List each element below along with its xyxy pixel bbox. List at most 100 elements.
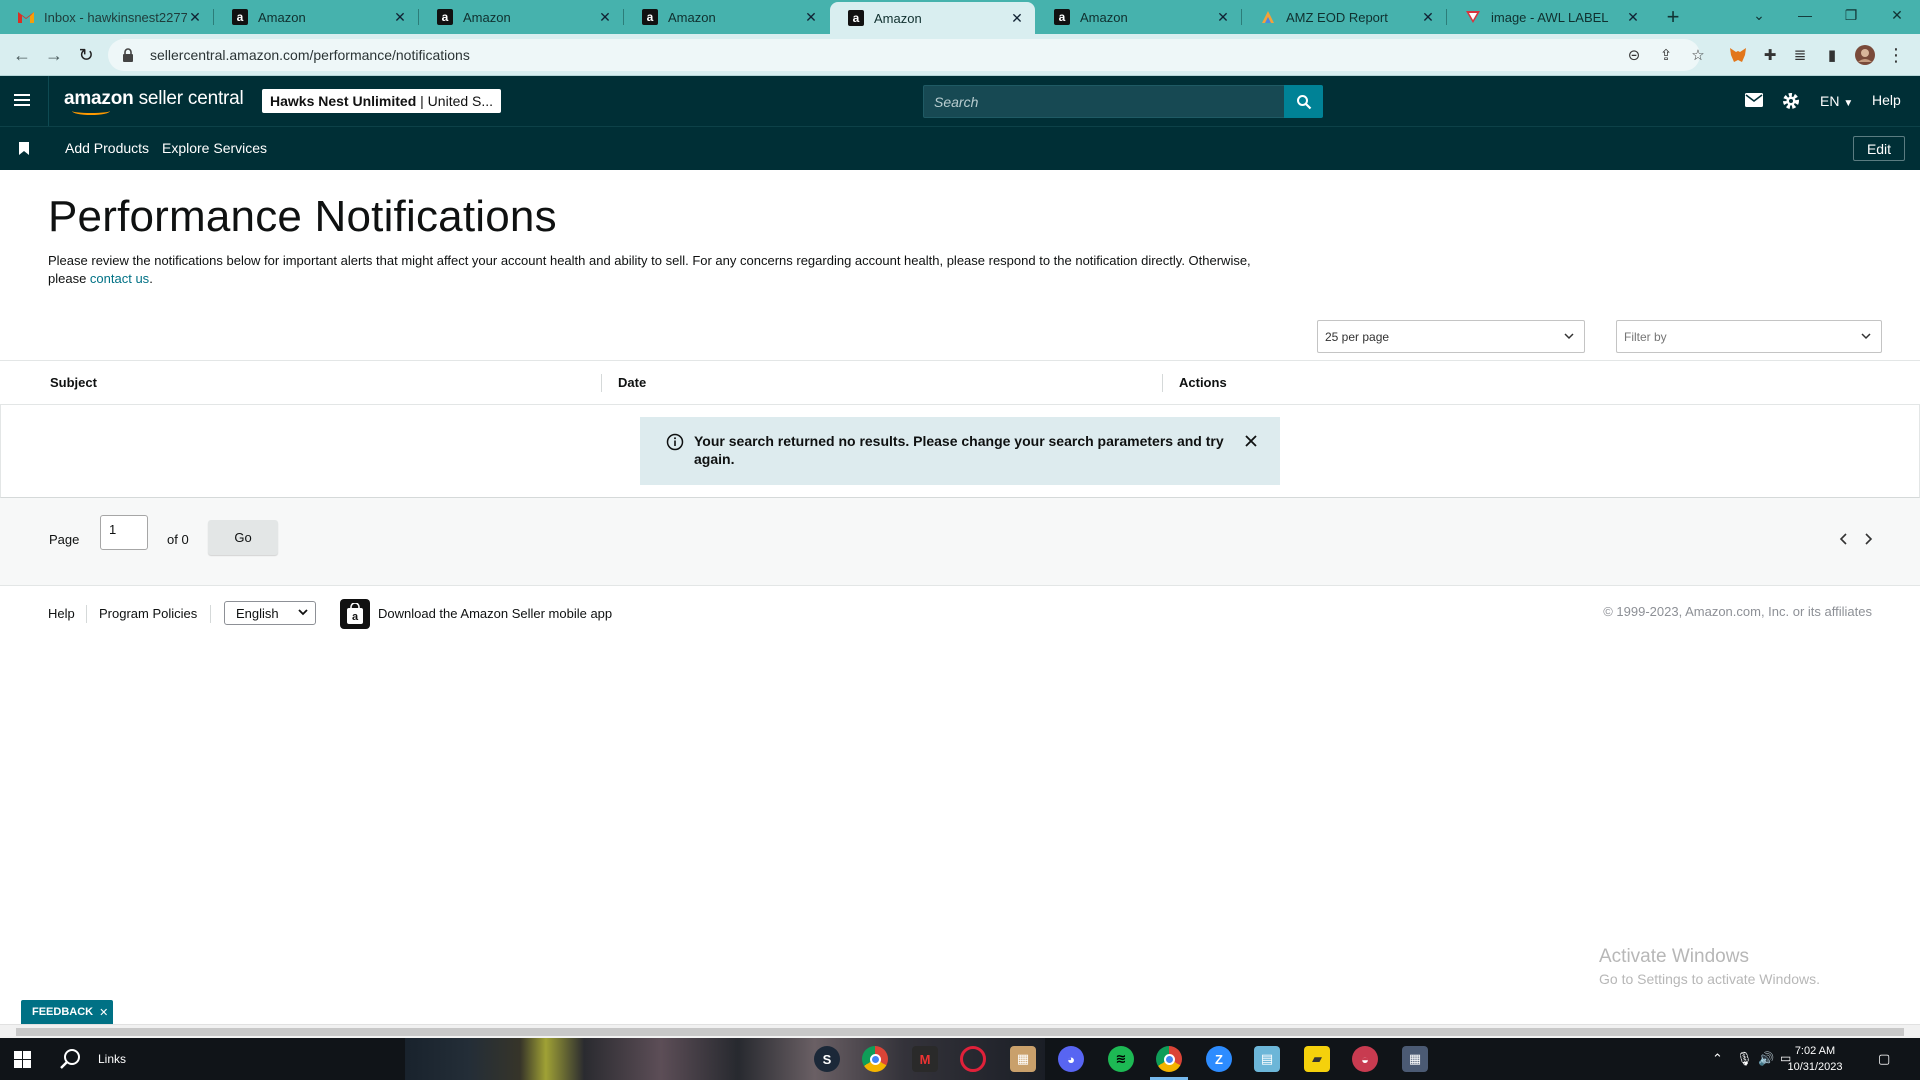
share-icon[interactable]: ⇪ <box>1656 45 1676 65</box>
address-bar[interactable]: sellercentral.amazon.com/performance/not… <box>108 39 1700 71</box>
microphone-icon[interactable]: 🎙 <box>1736 1051 1753 1067</box>
hamburger-menu-icon[interactable] <box>14 92 32 113</box>
nav-explore-services[interactable]: Explore Services <box>162 140 267 156</box>
close-tab-icon[interactable]: ✕ <box>1009 10 1025 26</box>
volume-icon[interactable]: 🔊 <box>1758 1051 1774 1067</box>
reload-icon[interactable]: ↻ <box>74 43 98 67</box>
discord-icon[interactable]: ◕ <box>1058 1046 1084 1072</box>
calculator-icon[interactable]: ▦ <box>1402 1046 1428 1072</box>
scrollbar-thumb[interactable] <box>16 1028 1904 1036</box>
taskbar-search-label[interactable]: Links <box>98 1052 126 1066</box>
edit-nav-button[interactable]: Edit <box>1853 136 1905 161</box>
app-m-icon[interactable]: M <box>912 1046 938 1072</box>
footer-divider <box>86 605 87 623</box>
close-tab-icon[interactable]: ✕ <box>1215 9 1231 25</box>
tab-amazon-2[interactable]: a Amazon ✕ <box>419 0 623 34</box>
system-clock[interactable]: 7:02 AM 10/31/2023 <box>1780 1043 1850 1075</box>
per-page-select[interactable]: 25 per page <box>1317 320 1585 353</box>
chrome-active-icon[interactable] <box>1156 1046 1182 1072</box>
sticky-notes-icon[interactable]: ▰ <box>1304 1046 1330 1072</box>
metamask-extension-icon[interactable] <box>1728 45 1748 65</box>
remote-app-icon[interactable]: ◒ <box>1352 1046 1378 1072</box>
back-icon[interactable]: ← <box>10 43 34 67</box>
footer-language-select[interactable]: English <box>224 601 316 625</box>
notepad-icon[interactable]: ▤ <box>1254 1046 1280 1072</box>
search-button[interactable] <box>1284 85 1323 118</box>
side-panel-icon[interactable]: ▮ <box>1822 45 1842 65</box>
close-tab-icon[interactable]: ✕ <box>392 9 408 25</box>
seller-app-icon[interactable]: a <box>340 599 370 629</box>
gmail-icon <box>18 9 34 25</box>
tab-amazon-5[interactable]: a Amazon ✕ <box>1036 0 1241 34</box>
account-switcher[interactable]: Hawks Nest Unlimited | United S... <box>262 89 502 113</box>
photo-app-icon[interactable]: ▦ <box>1010 1046 1036 1072</box>
windows-start-icon[interactable] <box>14 1051 31 1073</box>
steam-icon[interactable]: S <box>814 1046 840 1072</box>
messages-icon[interactable] <box>1745 93 1763 112</box>
copyright-text: © 1999-2023, Amazon.com, Inc. or its aff… <box>1603 604 1872 619</box>
chrome-icon[interactable] <box>862 1046 888 1072</box>
page-number-input[interactable]: 1 <box>100 515 148 550</box>
page-title: Performance Notifications <box>48 192 557 241</box>
column-date[interactable]: Date <box>618 375 646 390</box>
forward-icon[interactable]: → <box>42 43 66 67</box>
windows-activation-watermark: Activate Windows Go to Settings to activ… <box>1599 946 1820 987</box>
close-icon[interactable]: ✕ <box>99 1006 108 1019</box>
zoom-icon[interactable]: Z <box>1206 1046 1232 1072</box>
download-app-link[interactable]: Download the Amazon Seller mobile app <box>378 606 612 621</box>
nav-add-products[interactable]: Add Products <box>65 140 149 156</box>
close-tab-icon[interactable]: ✕ <box>187 9 203 25</box>
tab-gmail[interactable]: Inbox - hawkinsnest2277@ ✕ <box>0 0 213 34</box>
footer-program-policies-link[interactable]: Program Policies <box>99 606 197 621</box>
tab-eod-report[interactable]: AMZ EOD Report ✕ <box>1242 0 1446 34</box>
close-tab-icon[interactable]: ✕ <box>1420 9 1436 25</box>
minimize-icon[interactable]: — <box>1782 0 1828 30</box>
filter-by-select[interactable]: Filter by <box>1616 320 1882 353</box>
bookmark-icon[interactable] <box>19 142 29 160</box>
new-tab-icon[interactable]: + <box>1650 2 1696 32</box>
page-description: Please review the notifications below fo… <box>48 252 1288 288</box>
go-button[interactable]: Go <box>208 520 278 555</box>
restore-icon[interactable]: ❐ <box>1828 0 1874 30</box>
clock-date: 10/31/2023 <box>1787 1061 1843 1073</box>
footer-help-link[interactable]: Help <box>48 606 75 621</box>
tab-amazon-3[interactable]: a Amazon ✕ <box>624 0 829 34</box>
media-queue-icon[interactable]: ≣ <box>1790 45 1810 65</box>
alert-message: Your search returned no results. Please … <box>694 433 1224 467</box>
opera-icon[interactable] <box>960 1046 986 1072</box>
settings-gear-icon[interactable] <box>1781 91 1801 116</box>
close-tab-icon[interactable]: ✕ <box>1625 9 1641 25</box>
filter-placeholder: Filter by <box>1624 329 1667 344</box>
tab-search-icon[interactable]: ⌄ <box>1736 0 1782 30</box>
column-actions[interactable]: Actions <box>1179 375 1227 390</box>
spotify-icon[interactable]: ≋ <box>1108 1046 1134 1072</box>
tab-amazon-active[interactable]: a Amazon ✕ <box>830 2 1035 34</box>
previous-page-icon[interactable] <box>1837 532 1851 546</box>
notifications-icon[interactable]: ▢ <box>1878 1051 1890 1067</box>
tab-amazon-1[interactable]: a Amazon ✕ <box>214 0 418 34</box>
language-selector[interactable]: EN ▼ <box>1820 93 1853 109</box>
column-subject[interactable]: Subject <box>50 375 97 390</box>
install-app-icon[interactable]: ⊝ <box>1624 45 1644 65</box>
search-input[interactable]: Search <box>923 85 1285 118</box>
help-link[interactable]: Help <box>1872 92 1901 108</box>
tab-awl-label[interactable]: image - AWL LABEL ✕ <box>1447 0 1651 34</box>
close-tab-icon[interactable]: ✕ <box>597 9 613 25</box>
close-window-icon[interactable]: ✕ <box>1874 0 1920 30</box>
browser-menu-icon[interactable]: ⋮ <box>1886 45 1906 65</box>
footer-language-value: English <box>236 605 279 621</box>
close-tab-icon[interactable]: ✕ <box>803 9 819 25</box>
next-page-icon[interactable] <box>1861 532 1875 546</box>
tab-title: Amazon <box>668 9 716 25</box>
profile-avatar[interactable] <box>1855 45 1875 65</box>
horizontal-scrollbar[interactable] <box>0 1024 1920 1038</box>
close-icon[interactable] <box>1244 434 1258 453</box>
tab-title: Amazon <box>258 9 306 25</box>
contact-us-link[interactable]: contact us <box>90 271 149 286</box>
feedback-button[interactable]: FEEDBACK ✕ <box>21 1000 113 1024</box>
show-hidden-icons-icon[interactable]: ⌃ <box>1712 1051 1723 1067</box>
amazon-seller-central-logo[interactable]: amazon seller central <box>64 88 244 115</box>
extensions-icon[interactable]: ✚ <box>1760 45 1780 65</box>
bookmark-star-icon[interactable]: ☆ <box>1688 45 1708 65</box>
taskbar-search-icon[interactable] <box>60 1048 82 1075</box>
